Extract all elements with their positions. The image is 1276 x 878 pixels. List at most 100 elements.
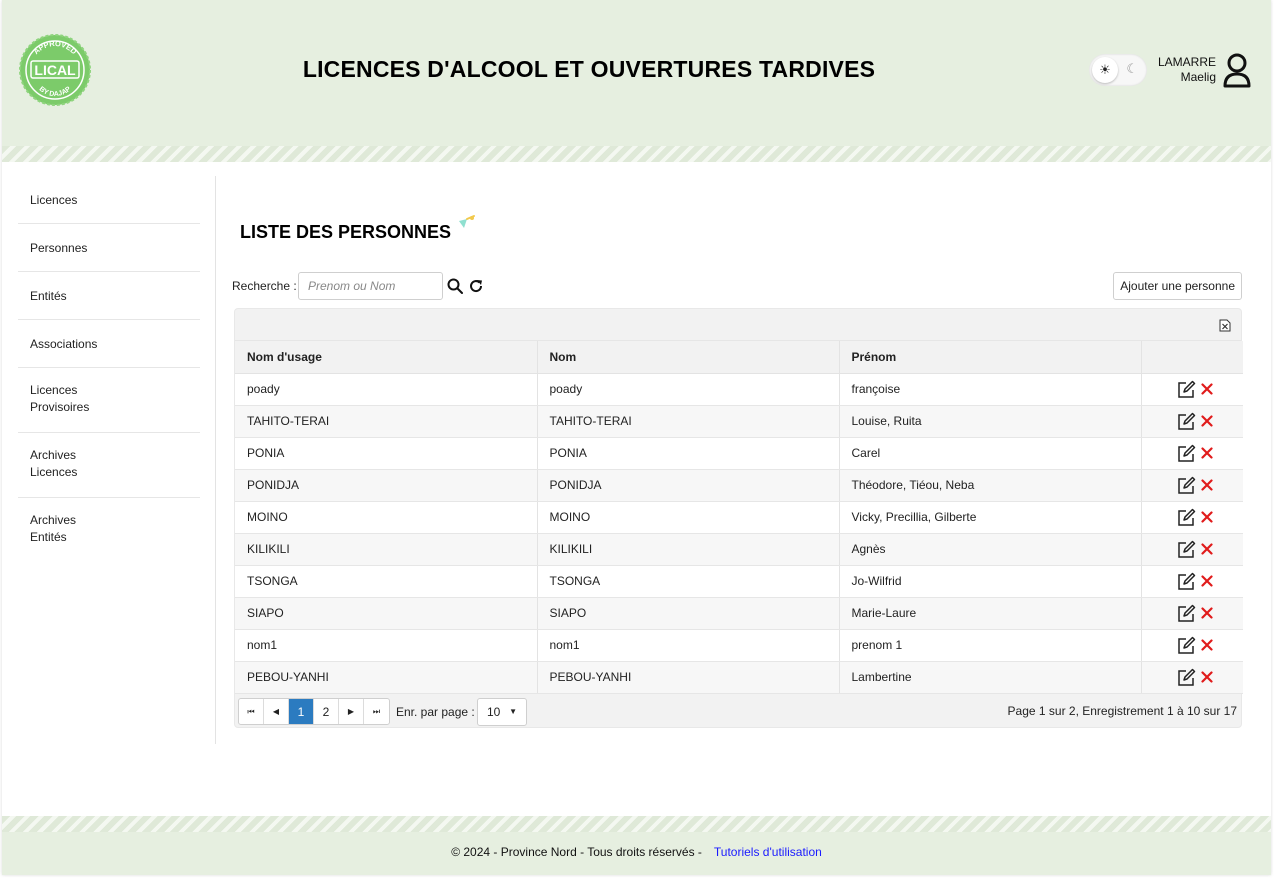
table-row[interactable]: poady poady françoise <box>235 373 1243 406</box>
copyright-text: © 2024 - Province Nord - Tous droits rés… <box>451 845 702 859</box>
column-header-actions <box>1141 341 1243 374</box>
first-page-button[interactable]: ⏮ <box>239 698 264 724</box>
sidebar-item-licences[interactable]: Licences <box>18 176 200 224</box>
search-input[interactable] <box>298 272 443 300</box>
cell-actions <box>1141 373 1243 406</box>
cell-prenom: Marie-Laure <box>839 597 1142 630</box>
delete-icon[interactable] <box>1201 447 1213 459</box>
edit-icon[interactable] <box>1177 636 1196 655</box>
user-icon[interactable] <box>1222 52 1252 88</box>
sparkle-icon <box>459 215 475 228</box>
cell-actions <box>1141 405 1243 438</box>
next-page-button[interactable]: ▶ <box>339 698 364 724</box>
footer-text: © 2024 - Province Nord - Tous droits rés… <box>2 845 1271 859</box>
prev-page-button[interactable]: ◀ <box>264 698 289 724</box>
table-row[interactable]: TSONGA TSONGA Jo-Wilfrid <box>235 565 1243 598</box>
table-row[interactable]: PONIA PONIA Carel <box>235 437 1243 470</box>
edit-icon[interactable] <box>1177 668 1196 687</box>
cell-nom: PONIDJA <box>537 469 840 502</box>
last-page-button[interactable]: ⏭ <box>364 699 389 724</box>
search-icon[interactable] <box>447 278 463 294</box>
delete-icon[interactable] <box>1201 575 1213 587</box>
sidebar-item-label: Licences <box>30 193 78 207</box>
cell-actions <box>1141 533 1243 566</box>
table-row[interactable]: nom1 nom1 prenom 1 <box>235 629 1243 662</box>
sidebar-item-archives-entites[interactable]: Archives Entités <box>18 498 200 563</box>
pager: ⏮ ◀ 1 2 ▶ ⏭ Enr. par page : 10 ▼ Page 1 … <box>235 694 1241 727</box>
edit-icon[interactable] <box>1177 540 1196 559</box>
add-person-button[interactable]: Ajouter une personne <box>1113 272 1242 300</box>
sidebar-item-label-line1: Archives <box>30 513 77 527</box>
edit-icon[interactable] <box>1177 604 1196 623</box>
edit-icon[interactable] <box>1177 476 1196 495</box>
refresh-icon[interactable] <box>468 278 484 294</box>
sidebar-item-associations[interactable]: Associations <box>18 320 200 368</box>
cell-nom-usage: poady <box>235 373 538 406</box>
delete-icon[interactable] <box>1201 511 1213 523</box>
user-first-name: Maelig <box>1180 70 1216 84</box>
pager-info: Page 1 sur 2, Enregistrement 1 à 10 sur … <box>1007 703 1237 718</box>
cell-nom-usage: KILIKILI <box>235 533 538 566</box>
sidebar-item-personnes[interactable]: Personnes <box>18 224 200 272</box>
edit-icon[interactable] <box>1177 412 1196 431</box>
cell-nom: poady <box>537 373 840 406</box>
footer-stripe <box>2 816 1271 832</box>
cell-actions <box>1141 469 1243 502</box>
delete-icon[interactable] <box>1201 543 1213 555</box>
cell-actions <box>1141 437 1243 470</box>
cell-prenom: Louise, Ruita <box>839 405 1142 438</box>
sidebar-item-entites[interactable]: Entités <box>18 272 200 320</box>
cell-nom: TAHITO-TERAI <box>537 405 840 438</box>
per-page-label: Enr. par page : <box>396 704 475 719</box>
header: APPROVED LICAL BY DAJAP LICENCES D'ALCOO… <box>2 0 1271 162</box>
edit-icon[interactable] <box>1177 444 1196 463</box>
footer: © 2024 - Province Nord - Tous droits rés… <box>2 816 1271 875</box>
delete-icon[interactable] <box>1201 671 1213 683</box>
pager-buttons: ⏮ ◀ 1 2 ▶ ⏭ <box>238 697 390 725</box>
page-button-2[interactable]: 2 <box>314 698 339 724</box>
column-header-nom-usage[interactable]: Nom d'usage <box>235 341 538 374</box>
delete-icon[interactable] <box>1201 415 1213 427</box>
edit-icon[interactable] <box>1177 508 1196 527</box>
delete-icon[interactable] <box>1201 607 1213 619</box>
export-excel-icon[interactable] <box>1219 319 1231 332</box>
cell-nom-usage: PEBOU-YANHI <box>235 661 538 694</box>
page-title: LISTE DES PERSONNES <box>240 222 452 242</box>
grid-toolbar <box>235 309 1241 341</box>
per-page-select[interactable]: 10 ▼ <box>477 697 527 726</box>
cell-nom-usage: nom1 <box>235 629 538 662</box>
edit-icon[interactable] <box>1177 380 1196 399</box>
table-row[interactable]: PONIDJA PONIDJA Théodore, Tiéou, Neba <box>235 469 1243 502</box>
cell-actions <box>1141 629 1243 662</box>
cell-prenom: prenom 1 <box>839 629 1142 662</box>
sidebar: Licences Personnes Entités Associations … <box>18 176 216 744</box>
cell-prenom: françoise <box>839 373 1142 406</box>
cell-nom: TSONGA <box>537 565 840 598</box>
page-button-1[interactable]: 1 <box>289 698 314 724</box>
column-header-prenom[interactable]: Prénom <box>839 341 1142 374</box>
cell-prenom: Vicky, Precillia, Gilberte <box>839 501 1142 534</box>
column-header-nom[interactable]: Nom <box>537 341 840 374</box>
sidebar-item-archives-licences[interactable]: Archives Licences <box>18 433 200 498</box>
sidebar-item-label: Entités <box>30 289 67 303</box>
cell-prenom: Lambertine <box>839 661 1142 694</box>
delete-icon[interactable] <box>1201 479 1213 491</box>
cell-nom: KILIKILI <box>537 533 840 566</box>
theme-toggle[interactable]: ☀ ☾ <box>1089 54 1147 86</box>
cell-nom-usage: PONIA <box>235 437 538 470</box>
delete-icon[interactable] <box>1201 639 1213 651</box>
sidebar-item-licences-provisoires[interactable]: Licences Provisoires <box>18 368 200 433</box>
cell-nom-usage: MOINO <box>235 501 538 534</box>
app-title: LICENCES D'ALCOOL ET OUVERTURES TARDIVES <box>2 56 1271 83</box>
table-row[interactable]: KILIKILI KILIKILI Agnès <box>235 533 1243 566</box>
tutorials-link[interactable]: Tutoriels d'utilisation <box>714 845 822 859</box>
user-name: LAMARRE Maelig <box>1142 55 1216 85</box>
table-row[interactable]: SIAPO SIAPO Marie-Laure <box>235 597 1243 630</box>
delete-icon[interactable] <box>1201 383 1213 395</box>
edit-icon[interactable] <box>1177 572 1196 591</box>
table-row[interactable]: TAHITO-TERAI TAHITO-TERAI Louise, Ruita <box>235 405 1243 438</box>
table-row[interactable]: PEBOU-YANHI PEBOU-YANHI Lambertine <box>235 661 1243 694</box>
header-stripe <box>2 146 1271 162</box>
cell-prenom: Agnès <box>839 533 1142 566</box>
table-row[interactable]: MOINO MOINO Vicky, Precillia, Gilberte <box>235 501 1243 534</box>
